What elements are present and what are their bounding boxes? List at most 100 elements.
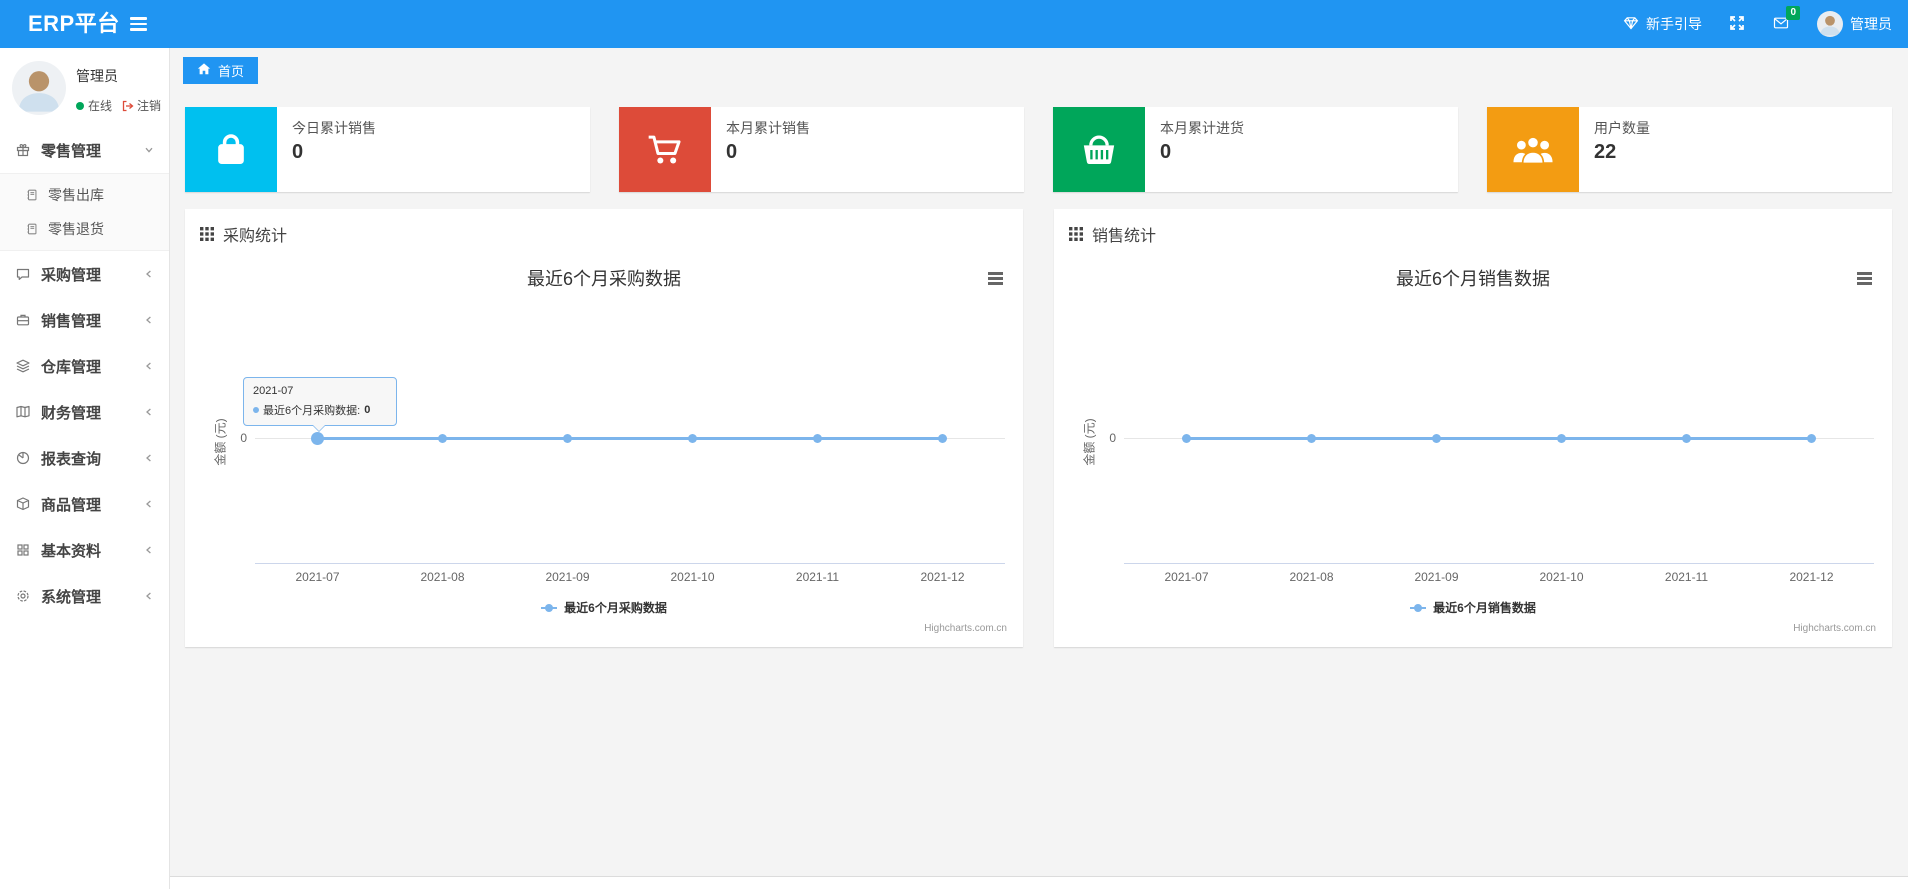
logout-link[interactable]: 注销 (122, 97, 161, 114)
user-info: 管理员 在线 注销 (76, 61, 161, 115)
sidebar: 管理员 在线 注销 零售管理 零售出库 零售退货 采购管理 销售管理 仓库管理 … (0, 48, 170, 889)
stat-label: 本月累计销售 (726, 120, 810, 136)
x-axis-tick: 2021-11 (795, 570, 840, 584)
legend-item[interactable]: 最近6个月采购数据 (195, 599, 1013, 616)
x-axis-tick: 2021-07 (295, 570, 340, 584)
stat-value: 0 (292, 141, 304, 163)
sidebar-item-sales[interactable]: 销售管理 (0, 297, 169, 343)
x-axis-tick: 2021-12 (1789, 570, 1834, 584)
data-point[interactable] (813, 434, 822, 443)
sidebar-item-label: 报表查询 (41, 450, 102, 468)
data-point[interactable] (1556, 434, 1566, 443)
ledger-icon (15, 404, 32, 420)
x-axis-tick: 2021-09 (1414, 570, 1459, 584)
journal-icon (25, 222, 40, 236)
panel-title: 销售统计 (1092, 228, 1157, 245)
home-icon (197, 62, 211, 79)
users-icon (1487, 107, 1579, 192)
x-axis-tick: 2021-10 (1539, 570, 1584, 584)
legend-label: 最近6个月采购数据 (564, 601, 667, 615)
guide-label: 新手引导 (1646, 16, 1702, 32)
stat-label: 今日累计销售 (292, 120, 376, 136)
shopping-bag-icon (185, 107, 277, 192)
legend-marker-icon (541, 603, 558, 612)
x-axis-tick: 2021-11 (1664, 570, 1709, 584)
data-point[interactable] (1181, 434, 1191, 443)
data-point[interactable] (438, 434, 447, 443)
sidebar-item-purchase[interactable]: 采购管理 (0, 251, 169, 297)
legend-marker-icon (1410, 603, 1427, 612)
sidebar-item-retail-return[interactable]: 零售退货 (0, 212, 169, 246)
navbar-right: 新手引导 0 管理员 (1623, 0, 1892, 48)
sidebar-item-label: 销售管理 (41, 312, 102, 330)
sales-stats-panel: 销售统计 最近6个月销售数据 金额 (元) 0 2021-07 2021-08 … (1054, 209, 1892, 647)
journal-icon (25, 188, 40, 202)
data-point[interactable] (562, 434, 572, 443)
sidebar-item-retail-outbound[interactable]: 零售出库 (0, 178, 169, 212)
x-axis-tick: 2021-10 (670, 570, 715, 584)
data-point[interactable] (1431, 434, 1441, 443)
data-point[interactable] (1806, 434, 1816, 443)
sidebar-item-label: 系统管理 (41, 588, 102, 606)
logout-label: 注销 (137, 99, 162, 113)
sidebar-item-basic-data[interactable]: 基本资料 (0, 527, 169, 573)
user-panel: 管理员 在线 注销 (0, 48, 169, 127)
grid-icon (15, 542, 32, 558)
chart-tooltip: 2021-07 最近6个月采购数据: 0 (243, 377, 397, 432)
user-name: 管理员 (76, 68, 118, 84)
sidebar-item-label: 零售退货 (48, 221, 104, 237)
x-axis-tick: 2021-07 (1164, 570, 1209, 584)
sidebar-item-warehouse[interactable]: 仓库管理 (0, 343, 169, 389)
tab-home[interactable]: 首页 (183, 57, 259, 84)
messages-button[interactable]: 0 (1772, 5, 1800, 34)
stat-value: 0 (1160, 141, 1172, 163)
sidebar-item-system[interactable]: 系统管理 (0, 573, 169, 619)
plot-area: 2021-07 2021-08 2021-09 2021-10 2021-11 … (255, 253, 1005, 638)
x-axis-line (1124, 563, 1874, 564)
sidebar-menu: 零售管理 零售出库 零售退货 采购管理 销售管理 仓库管理 财务管理 报表查询 … (0, 127, 169, 619)
comment-icon (15, 266, 32, 282)
main-content: 首页 今日累计销售 0 本月累计销售 0 本月累计进货 0 用户数量 22 采购… (170, 48, 1908, 889)
sidebar-toggle-icon[interactable] (130, 17, 148, 34)
th-grid-icon (1069, 227, 1083, 241)
user-menu[interactable]: 管理员 (1817, 11, 1892, 37)
data-point[interactable] (1682, 434, 1691, 443)
sidebar-item-reports[interactable]: 报表查询 (0, 435, 169, 481)
layers-icon (15, 358, 32, 374)
highcharts-credits-link[interactable]: Highcharts.com.cn (924, 623, 1007, 634)
stats-row: 今日累计销售 0 本月累计销售 0 本月累计进货 0 用户数量 22 (185, 107, 1892, 192)
fullscreen-button[interactable] (1729, 15, 1745, 34)
panel-header: 销售统计 (1054, 209, 1892, 246)
sidebar-item-label: 基本资料 (41, 542, 102, 560)
tooltip-value: 0 (364, 404, 371, 416)
sidebar-item-label: 仓库管理 (41, 358, 102, 376)
stat-card-user-count: 用户数量 22 (1487, 107, 1892, 192)
page-footer (170, 876, 1908, 889)
series-dot-icon (253, 407, 259, 413)
data-point[interactable] (937, 434, 947, 443)
plot-area: 2021-07 2021-08 2021-09 2021-10 2021-11 … (1124, 253, 1874, 638)
shopping-cart-icon (619, 107, 711, 192)
sidebar-item-label: 零售管理 (41, 142, 102, 160)
chevron-left-icon (144, 499, 154, 509)
avatar (1817, 11, 1843, 37)
avatar (12, 61, 66, 115)
brand-title: ERP平台 (28, 11, 120, 36)
tooltip-series-label: 最近6个月采购数据: (263, 405, 361, 417)
th-grid-icon (200, 227, 214, 241)
sidebar-item-finance[interactable]: 财务管理 (0, 389, 169, 435)
chevron-left-icon (144, 361, 154, 371)
package-icon (15, 496, 32, 512)
sidebar-item-retail[interactable]: 零售管理 (0, 127, 169, 173)
sidebar-item-goods[interactable]: 商品管理 (0, 481, 169, 527)
data-point[interactable] (1307, 434, 1316, 443)
gear-icon (15, 588, 32, 604)
briefcase-icon (15, 312, 32, 328)
guide-button[interactable]: 新手引导 (1623, 14, 1702, 34)
x-axis-tick: 2021-08 (420, 570, 465, 584)
retail-submenu: 零售出库 零售退货 (0, 173, 169, 251)
highcharts-credits-link[interactable]: Highcharts.com.cn (1793, 623, 1876, 634)
legend-item[interactable]: 最近6个月销售数据 (1064, 599, 1882, 616)
pie-chart-icon (15, 450, 32, 466)
data-point[interactable] (687, 434, 697, 443)
